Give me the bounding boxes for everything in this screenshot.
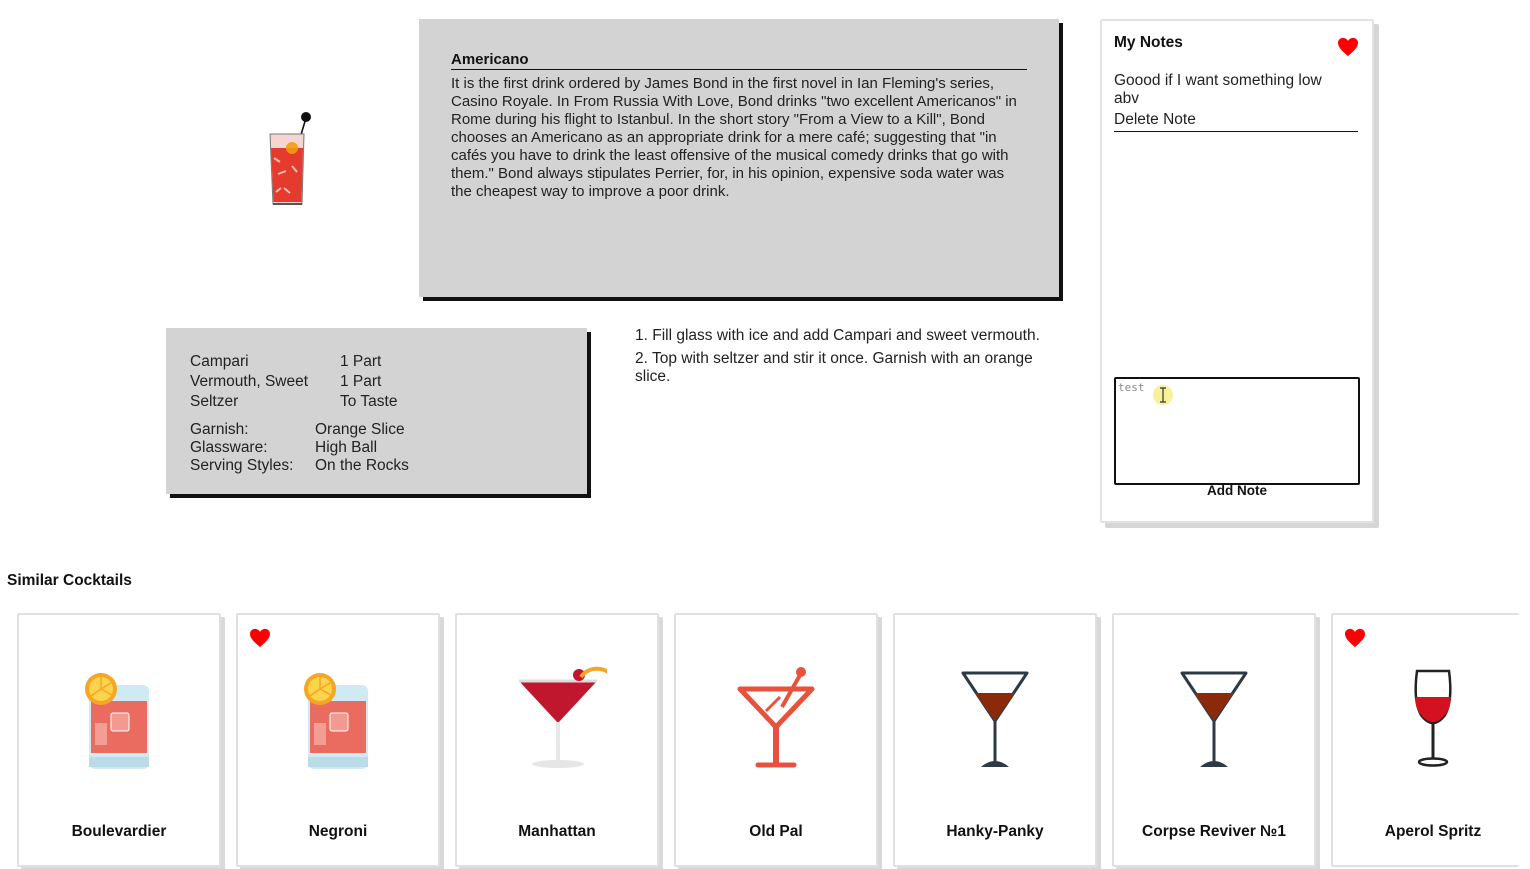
martini-glass-icon xyxy=(961,671,1029,767)
ingredient-amount: To Taste xyxy=(340,393,398,410)
martini-glass-icon xyxy=(1180,671,1248,767)
favorite-heart-icon[interactable] xyxy=(1344,628,1366,648)
add-note-button[interactable]: Add Note xyxy=(1102,483,1372,498)
ingredient-amount: 1 Part xyxy=(340,353,382,370)
favorite-heart-icon[interactable] xyxy=(1337,37,1359,57)
cocktail-card[interactable]: Aperol Spritz xyxy=(1331,613,1519,867)
instruction-step: 2. Top with seltzer and stir it once. Ga… xyxy=(635,350,1033,385)
meta-label: Garnish: xyxy=(190,421,249,438)
cocktail-name: Corpse Reviver №1 xyxy=(1142,823,1286,840)
similar-cocktails-title: Similar Cocktails xyxy=(7,572,132,589)
instruction-step: 1. Fill glass with ice and add Campari a… xyxy=(635,327,1040,344)
ingredient-name: Vermouth, Sweet xyxy=(190,373,309,390)
drink-image xyxy=(262,108,318,212)
cocktail-card[interactable]: Old Pal xyxy=(674,613,878,867)
cocktail-card[interactable]: Negroni xyxy=(236,613,440,867)
note-input[interactable] xyxy=(1114,377,1360,485)
martini-cherry-icon xyxy=(519,666,607,768)
glassware-row: Glassware: High Ball xyxy=(190,439,377,457)
ingredients-panel: Campari 1 Part Vermouth, Sweet 1 Part Se… xyxy=(166,328,587,494)
cocktail-card[interactable]: Manhattan xyxy=(455,613,659,867)
meta-label: Serving Styles: xyxy=(190,457,294,474)
meta-value: Orange Slice xyxy=(315,421,405,438)
note-text: Goood if I want something low abv xyxy=(1114,72,1322,107)
cocktail-name: Aperol Spritz xyxy=(1384,823,1482,840)
delete-note-button[interactable]: Delete Note xyxy=(1114,111,1358,132)
cocktail-name: Manhattan xyxy=(518,823,596,840)
cocktail-card[interactable]: Corpse Reviver №1 xyxy=(1112,613,1316,867)
cocktail-glass-icon xyxy=(737,667,815,768)
cocktail-card[interactable]: Hanky-Panky xyxy=(893,613,1097,867)
drink-description: It is the first drink ordered by James B… xyxy=(451,75,1017,200)
garnish-row: Garnish: Orange Slice xyxy=(190,421,405,439)
text-cursor-icon xyxy=(1160,387,1166,403)
cocktail-name: Boulevardier xyxy=(71,823,167,840)
ingredient-name: Campari xyxy=(190,353,249,370)
meta-value: High Ball xyxy=(315,439,378,456)
ingredient-row: Vermouth, Sweet 1 Part xyxy=(190,373,381,391)
ingredient-amount: 1 Part xyxy=(340,373,382,390)
ingredient-row: Campari 1 Part xyxy=(190,353,381,371)
instructions-list: 1. Fill glass with ice and add Campari a… xyxy=(635,327,1060,391)
cocktail-name: Old Pal xyxy=(749,823,803,840)
serving-style-row: Serving Styles: On the Rocks xyxy=(190,457,409,475)
cocktail-name: Negroni xyxy=(308,823,368,840)
cocktail-name: Hanky-Panky xyxy=(946,823,1044,840)
meta-label: Glassware: xyxy=(190,439,268,456)
notes-panel: My Notes Goood if I want something low a… xyxy=(1100,19,1374,523)
ingredient-row: Seltzer To Taste xyxy=(190,393,397,411)
cocktail-card[interactable]: Boulevardier xyxy=(17,613,221,867)
drink-title: Americano xyxy=(451,51,1027,70)
notes-title: My Notes xyxy=(1114,34,1183,51)
rocks-glass-orange-icon xyxy=(85,673,149,769)
favorite-heart-icon[interactable] xyxy=(249,628,271,648)
highball-glass-icon xyxy=(269,112,311,205)
wine-glass-icon xyxy=(1414,669,1452,767)
description-panel: Americano It is the first drink ordered … xyxy=(419,19,1059,297)
rocks-glass-orange-icon xyxy=(304,673,368,769)
meta-value: On the Rocks xyxy=(315,457,409,474)
ingredient-name: Seltzer xyxy=(190,393,239,410)
